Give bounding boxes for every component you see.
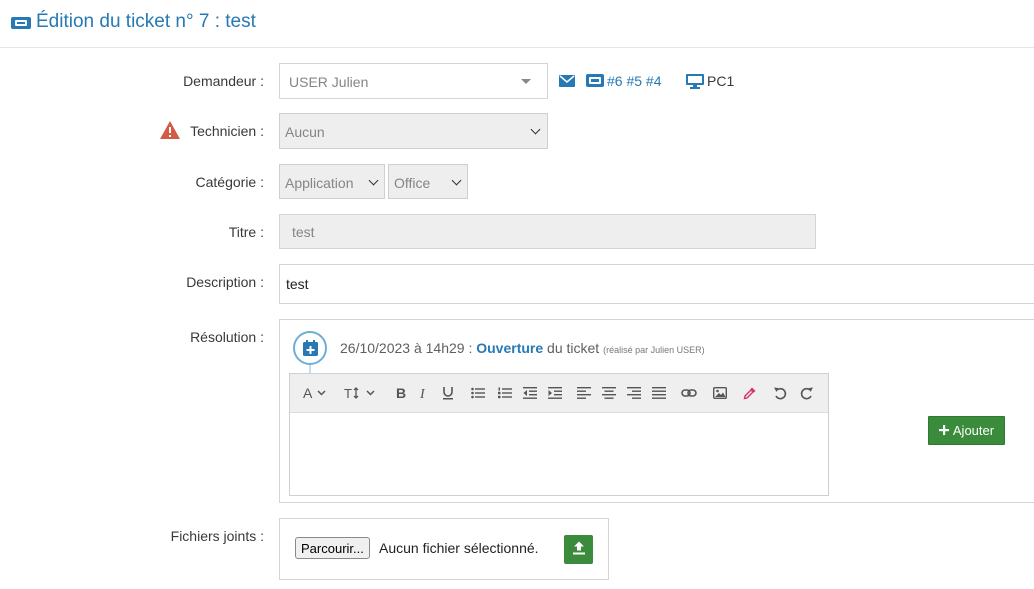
timeline-marker bbox=[293, 331, 327, 365]
align-right-icon[interactable] bbox=[626, 382, 642, 404]
numbered-list-icon[interactable] bbox=[497, 382, 513, 404]
image-icon[interactable] bbox=[712, 382, 728, 404]
editor-content-area[interactable] bbox=[290, 414, 828, 495]
desktop-icon bbox=[686, 74, 704, 92]
align-justify-icon[interactable] bbox=[651, 382, 667, 404]
plus-icon bbox=[938, 423, 949, 438]
previous-tickets-link[interactable]: #6 #5 #4 bbox=[607, 73, 662, 89]
outdent-icon[interactable] bbox=[522, 382, 538, 404]
categorie-select[interactable]: Application bbox=[279, 164, 385, 199]
calendar-plus-icon bbox=[303, 340, 318, 359]
titre-input[interactable]: test bbox=[279, 214, 816, 249]
eyedropper-icon[interactable] bbox=[742, 382, 758, 404]
categorie-label: Catégorie : bbox=[195, 174, 264, 190]
description-label: Description : bbox=[186, 274, 264, 290]
font-color-icon[interactable]: A bbox=[302, 382, 330, 404]
resolution-box: 26/10/2023 à 14h29 : Ouverture du ticket… bbox=[279, 319, 1034, 503]
titre-label: Titre : bbox=[228, 224, 264, 240]
italic-icon[interactable]: I bbox=[417, 382, 431, 404]
browse-button[interactable]: Parcourir... bbox=[295, 537, 370, 559]
font-size-icon[interactable]: T bbox=[343, 382, 379, 404]
add-button-label: Ajouter bbox=[952, 423, 995, 438]
redo-icon[interactable] bbox=[799, 382, 815, 404]
chevron-down-icon bbox=[530, 124, 541, 135]
caret-down-icon bbox=[521, 79, 531, 84]
timeline-event: 26/10/2023 à 14h29 : Ouverture du ticket… bbox=[340, 340, 705, 356]
svg-text:I: I bbox=[419, 387, 426, 400]
rich-text-editor: A T B I bbox=[289, 373, 829, 496]
bold-icon[interactable]: B bbox=[393, 382, 409, 404]
ticket-icon bbox=[10, 14, 32, 35]
technicien-select[interactable]: Aucun bbox=[279, 113, 548, 149]
upload-button[interactable] bbox=[564, 535, 593, 564]
align-left-icon[interactable] bbox=[576, 382, 592, 404]
resolution-label: Résolution : bbox=[190, 329, 264, 345]
align-center-icon[interactable] bbox=[601, 382, 617, 404]
description-field[interactable]: test bbox=[279, 264, 1034, 304]
demandeur-value: USER Julien bbox=[289, 74, 369, 90]
ticket-icon bbox=[586, 74, 604, 90]
upload-icon bbox=[572, 541, 586, 558]
svg-text:A: A bbox=[303, 386, 313, 400]
technicien-label: Technicien : bbox=[190, 123, 264, 139]
svg-text:B: B bbox=[396, 386, 406, 400]
add-button[interactable]: Ajouter bbox=[928, 416, 1005, 445]
svg-text:T: T bbox=[344, 386, 352, 400]
undo-icon[interactable] bbox=[772, 382, 788, 404]
fichiers-label: Fichiers joints : bbox=[170, 528, 264, 544]
editor-toolbar: A T B I bbox=[290, 374, 828, 413]
link-icon[interactable] bbox=[680, 382, 698, 404]
no-file-label: Aucun fichier sélectionné. bbox=[379, 540, 539, 556]
page-title: Édition du ticket n° 7 : test bbox=[36, 11, 256, 32]
titre-value: test bbox=[292, 224, 315, 240]
demandeur-select[interactable]: USER Julien bbox=[279, 63, 548, 99]
bullet-list-icon[interactable] bbox=[470, 382, 486, 404]
indent-icon[interactable] bbox=[547, 382, 563, 404]
technicien-value: Aucun bbox=[285, 124, 325, 140]
subcategorie-select[interactable]: Office bbox=[388, 164, 468, 199]
envelope-icon[interactable] bbox=[559, 74, 575, 90]
event-action: Ouverture bbox=[476, 340, 544, 356]
chevron-down-icon bbox=[451, 175, 462, 186]
event-author: (réalisé par Julien USER) bbox=[603, 345, 705, 355]
chevron-down-icon bbox=[368, 175, 379, 186]
underline-icon[interactable] bbox=[440, 382, 456, 404]
description-value: test bbox=[286, 276, 309, 292]
asset-link[interactable]: PC1 bbox=[707, 73, 734, 89]
file-attachment-box: Parcourir... Aucun fichier sélectionné. bbox=[279, 518, 609, 580]
warning-icon bbox=[160, 121, 180, 142]
subcategorie-value: Office bbox=[394, 175, 431, 191]
categorie-value: Application bbox=[285, 175, 354, 191]
page-header: Édition du ticket n° 7 : test bbox=[0, 0, 1034, 48]
event-date: 26/10/2023 à 14h29 : bbox=[340, 340, 473, 356]
event-suffix: du ticket bbox=[547, 340, 600, 356]
demandeur-label: Demandeur : bbox=[183, 73, 264, 89]
